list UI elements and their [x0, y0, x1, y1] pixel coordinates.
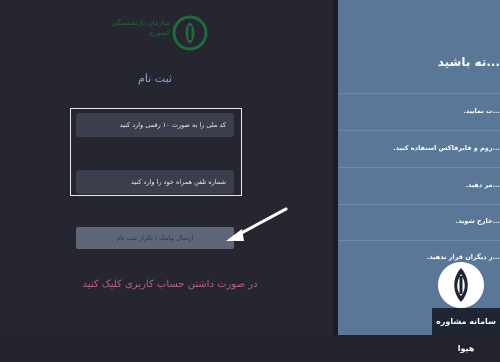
instruction-item: ...ر دیگران قرار ندهید. [426, 253, 500, 261]
leaf-icon [454, 268, 468, 302]
organization-logo: سازمان بازنشستگی کشوری [108, 12, 208, 56]
separator [338, 204, 500, 205]
emblem-icon [172, 15, 208, 51]
logo-text: سازمان بازنشستگی کشوری [111, 19, 170, 37]
pointer-arrow-icon [226, 207, 288, 241]
watermark-logo-icon [438, 262, 484, 308]
mobile-number-input[interactable]: شماره تلفن همراه خود را وارد کنید [76, 170, 234, 194]
watermark-text: سامانه مشاوره هپوا [432, 308, 500, 353]
instruction-item: ...خارج شوید. [455, 217, 500, 225]
instructions-heading: ...ته باشید [437, 55, 500, 69]
instruction-item: ...ت نمایید. [463, 107, 500, 115]
form-title: ثبت نام [138, 72, 172, 85]
send-sms-button[interactable]: ارسال پیامک / تکرار ثبت نام [76, 227, 234, 249]
separator [338, 130, 500, 131]
separator [338, 93, 500, 94]
separator [338, 167, 500, 168]
existing-account-link[interactable]: در صورت داشتن حساب کاربری کلیک کنید [80, 279, 260, 290]
national-code-input[interactable]: کد ملی را به صورت ۱۰ رقمی وارد کنید [76, 113, 234, 137]
instruction-item: ...مر دهید. [465, 181, 500, 189]
instruction-item: ...روم و فایرفاکس استفاده کنید. [393, 144, 500, 152]
separator [338, 240, 500, 241]
watermark-badge: سامانه مشاوره هپوا [432, 262, 500, 353]
